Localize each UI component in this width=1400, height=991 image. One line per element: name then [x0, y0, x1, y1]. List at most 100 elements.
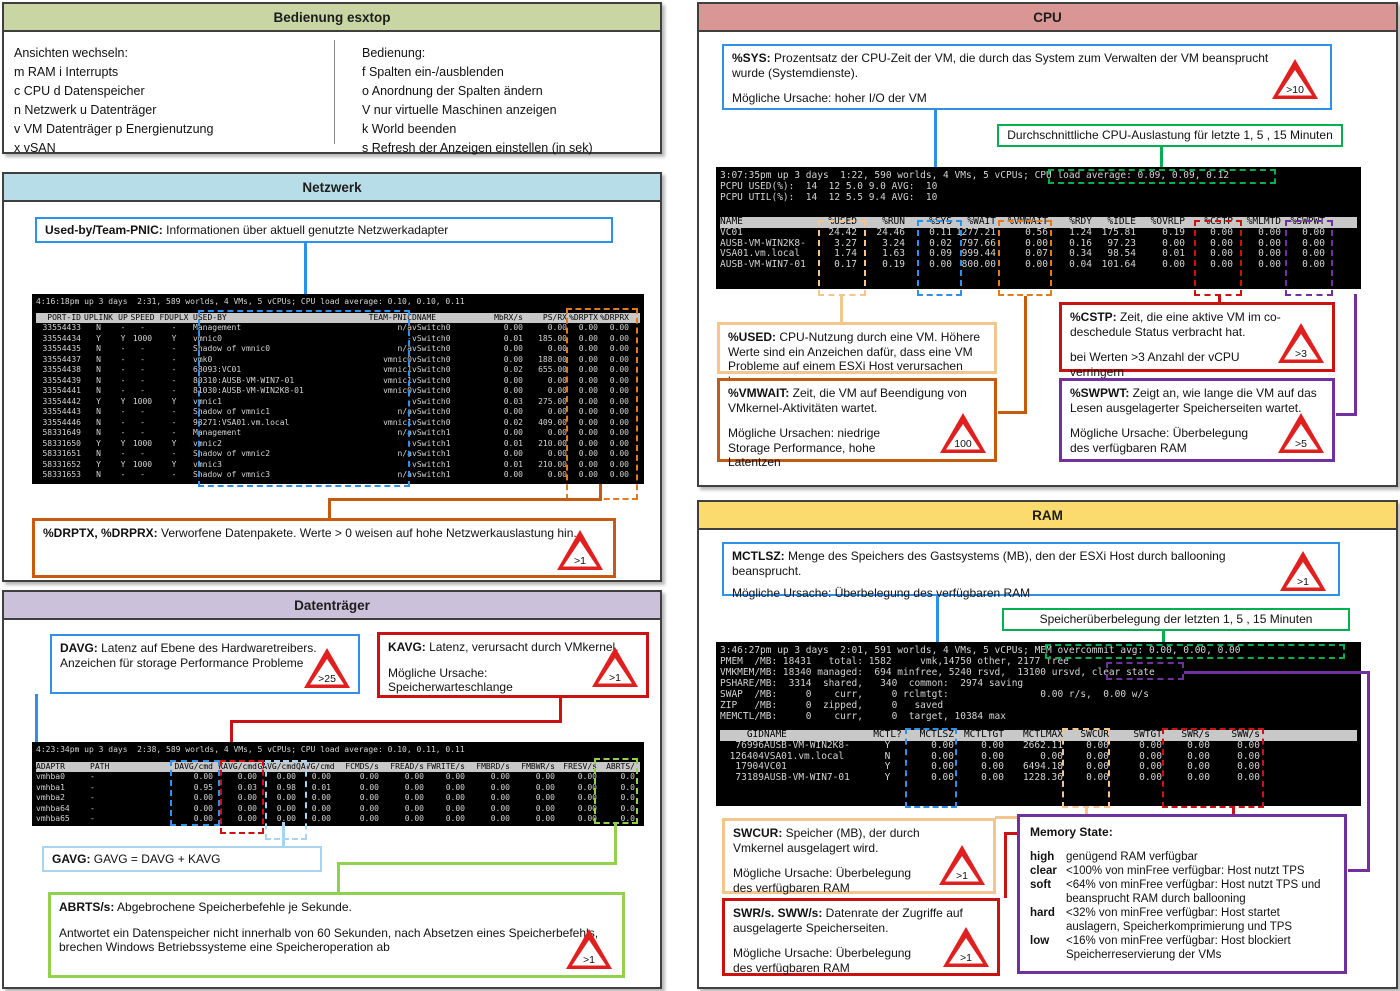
shortcut-line: x vSAN: [14, 139, 314, 158]
vmwait-note: %VMWAIT: Zeit, die VM auf Beendigung von…: [717, 378, 997, 462]
memory-state-note: Memory State: high genügend RAM verfügba…: [1017, 814, 1347, 974]
shortcut-line: f Spalten ein-/ausblenden: [362, 63, 652, 82]
table-row: 73189AUSB-VM-WIN7-01Y0.000.001228.360.00…: [720, 773, 1357, 784]
cpu-table: NAME%USED%RUN%SYS%WAIT%VMWAIT%RDY%IDLE%O…: [720, 217, 1357, 271]
note-label: Used-by/Team-PNIC:: [45, 223, 163, 237]
warning-triangle-icon: 100: [940, 413, 986, 453]
note-label: GAVG:: [52, 852, 90, 866]
used-note: %USED: CPU-Nutzung durch eine VM. Höhere…: [717, 322, 997, 374]
note-text: Speicherüberbelegung der letzten 1, 5 , …: [1040, 612, 1313, 627]
mctlsz-note: MCTLSZ: Menge des Speichers des Gastsyst…: [722, 542, 1340, 596]
memory-state-desc: <100% von minFree verfügbar: Host nutzt …: [1066, 864, 1334, 878]
swpwt-note: %SWPWT: Zeigt an, wie lange die VM auf d…: [1059, 378, 1335, 462]
warning-triangle-icon: >10: [1272, 59, 1318, 99]
note-label: %SWPWT:: [1070, 386, 1129, 400]
warning-triangle-icon: >1: [566, 929, 612, 969]
connector-line: [328, 498, 331, 520]
note-cause: Mögliche Ursachen: niedrige Storage Perf…: [728, 426, 918, 470]
panel-bedienung: Bedienung esxtop Ansichten wechseln:m RA…: [2, 2, 662, 154]
cpu-load-note: Durchschnittliche CPU-Auslastung für let…: [997, 124, 1343, 147]
terminal-line: 3:46:27pm up 3 days 2:01, 591 worlds, 4 …: [720, 645, 1357, 656]
connector-line: [614, 824, 617, 864]
shortcut-line: v VM Datenträger p Energienutzung: [14, 120, 314, 139]
panel-title-datentraeger: Datenträger: [4, 592, 660, 620]
note-cause: Mögliche Ursache: Überbelegung des verfü…: [732, 586, 1330, 601]
connector-line: [998, 411, 1026, 414]
table-row: 33554437N---vmk0vmnic0vSwitch00.00188.00…: [36, 355, 640, 366]
warning-triangle-icon: >3: [1278, 323, 1324, 363]
shortcut-line: k World beenden: [362, 120, 652, 139]
note-label: DAVG:: [60, 641, 98, 655]
shortcut-line: s Refresh der Anzeigen einstellen (in se…: [362, 139, 652, 158]
warning-triangle-icon: >1: [592, 647, 638, 687]
connector-line: [337, 862, 340, 892]
terminal-header-lines: 3:07:35pm up 3 days 1:22, 590 worlds, 4 …: [720, 170, 1357, 203]
note-cause: Mögliche Ursache: Speicherwarteschlange: [388, 666, 578, 695]
panel-datentraeger: Datenträger DAVG: Latenz auf Ebene des H…: [2, 590, 662, 989]
sys-note: %SYS: Prozentsatz der CPU-Zeit der VM, d…: [722, 44, 1332, 110]
shortcut-line: n Netzwerk u Datenträger: [14, 101, 314, 120]
connector-line: [1024, 296, 1027, 414]
connector-line: [1367, 671, 1370, 871]
gavg-note: GAVG: GAVG = DAVG + KAVG: [42, 846, 322, 872]
table-row: 33554435N---Shadow of vmnic0n/avSwitch00…: [36, 344, 640, 355]
cstp-note: %CSTP: Zeit, die eine aktive VM im co-de…: [1059, 302, 1335, 372]
memory-state-row: soft <64% von minFree verfügbar: Host nu…: [1030, 878, 1334, 906]
terminal-uptime: 4:23:34pm up 3 days 2:38, 589 worlds, 4 …: [36, 745, 640, 756]
table-row: 33554438N---68093:VC01vmnic1vSwitch00.02…: [36, 365, 640, 376]
terminal-line: PSHARE/MB: 3314 shared, 340 common: 2974…: [720, 678, 1357, 689]
ram-overcommit-note: Speicherüberbelegung der letzten 1, 5 , …: [1002, 608, 1350, 631]
disk-table: ADAPTRPATHDAVG/cmdKAVG/cmdGAVG/cmdQAVG/c…: [36, 762, 640, 825]
memory-state-term: low: [1030, 934, 1066, 962]
memory-state-list: high genügend RAM verfügbar clear <100% …: [1030, 850, 1334, 962]
note-text: Prozentsatz der CPU-Zeit der VM, die dur…: [732, 51, 1268, 80]
memory-state-desc: <32% von minFree verfügbar: Host startet…: [1066, 906, 1334, 934]
note-label: SWR/s. SWW/s:: [733, 906, 822, 920]
note-text: Abgebrochene Speicherbefehle je Sekunde.: [114, 900, 352, 914]
usedby-note: Used-by/Team-PNIC: Informationen über ak…: [35, 217, 613, 243]
connector-line: [337, 862, 617, 865]
shortcut-line: o Anordnung der Spalten ändern: [362, 82, 652, 101]
terminal-line: ZIP /MB: 0 zipped, 0 saved: [720, 700, 1357, 711]
connector-line: [1184, 671, 1370, 674]
note-text: Durchschnittliche CPU-Auslastung für let…: [1007, 128, 1333, 143]
note-cause: Antwortet ein Datenspeicher nicht innerh…: [59, 926, 599, 955]
terminal-line: MEMCTL/MB: 0 curr, 0 target, 10384 max: [720, 711, 1357, 722]
note-label: %USED:: [728, 330, 776, 344]
note-cause: Mögliche Ursache: hoher I/O der VM: [732, 91, 1322, 106]
table-row: vmhba0-0.000.000.000.000.000.000.000.000…: [36, 772, 640, 783]
note-label: ABRTS/s:: [59, 900, 114, 914]
ram-table: GIDNAMEMCTL?MCTLSZMCTLTGTMCTLMAXSWCURSWT…: [720, 730, 1357, 784]
table-header-row: ADAPTRPATHDAVG/cmdKAVG/cmdGAVG/cmdQAVG/c…: [36, 762, 640, 773]
note-label: %VMWAIT:: [728, 386, 789, 400]
table-row: 33554439N---80310:AUSB-VM-WIN7-01vmnic1v…: [36, 376, 640, 387]
table-row: 76996AUSB-VM-WIN2K8-Y0.000.002662.110.00…: [720, 741, 1357, 752]
note-label: %DRPTX, %DRPRX:: [43, 526, 158, 540]
table-row: 33554446N---93271:VSA01.vm.localvmnic1vS…: [36, 418, 640, 429]
connector-line: [1336, 413, 1356, 416]
connector-line: [1354, 294, 1357, 416]
note-label: MCTLSZ:: [732, 549, 785, 563]
note-text: Informationen über aktuell genutzte Netz…: [163, 223, 449, 237]
note-label: %CSTP:: [1070, 310, 1117, 324]
connector-line: [1348, 869, 1370, 872]
panel-title-netzwerk: Netzwerk: [4, 174, 660, 202]
drp-note: %DRPTX, %DRPRX: Verworfene Datenpakete. …: [32, 518, 616, 578]
terminal-line: PCPU UTIL(%): 14 12 5.5 9.4 AVG: 10: [720, 192, 1357, 203]
cpu-terminal: 3:07:35pm up 3 days 1:22, 590 worlds, 4 …: [716, 167, 1361, 289]
terminal-uptime: 4:16:18pm up 3 days 2:31, 589 worlds, 4 …: [36, 297, 640, 308]
connector-line: [1004, 832, 1007, 898]
swr-sww-note: SWR/s. SWW/s: Datenrate der Zugriffe auf…: [722, 898, 1000, 976]
table-row: AUSB-VM-WIN7-010.170.190.00800.000.000.0…: [720, 260, 1357, 271]
shortcut-line: c CPU d Datenspeicher: [14, 82, 314, 101]
warning-triangle-icon: >1: [939, 845, 985, 885]
terminal-line: PCPU USED(%): 14 12 5.0 9.0 AVG: 10: [720, 181, 1357, 192]
memory-state-desc: genügend RAM verfügbar: [1066, 850, 1334, 864]
memory-state-row: hard <32% von minFree verfügbar: Host st…: [1030, 906, 1334, 934]
disk-terminal: 4:23:34pm up 3 days 2:38, 589 worlds, 4 …: [32, 742, 644, 826]
table-row: vmhba2-0.000.000.000.000.000.000.000.000…: [36, 793, 640, 804]
memory-state-row: clear <100% von minFree verfügbar: Host …: [1030, 864, 1334, 878]
shortcut-list-views: Ansichten wechseln:m RAM i Interruptsc C…: [14, 44, 314, 158]
terminal-line: PMEM /MB: 18431 total: 1582 vmk,14750 ot…: [720, 656, 1357, 667]
warning-triangle-icon: >1: [943, 927, 989, 967]
